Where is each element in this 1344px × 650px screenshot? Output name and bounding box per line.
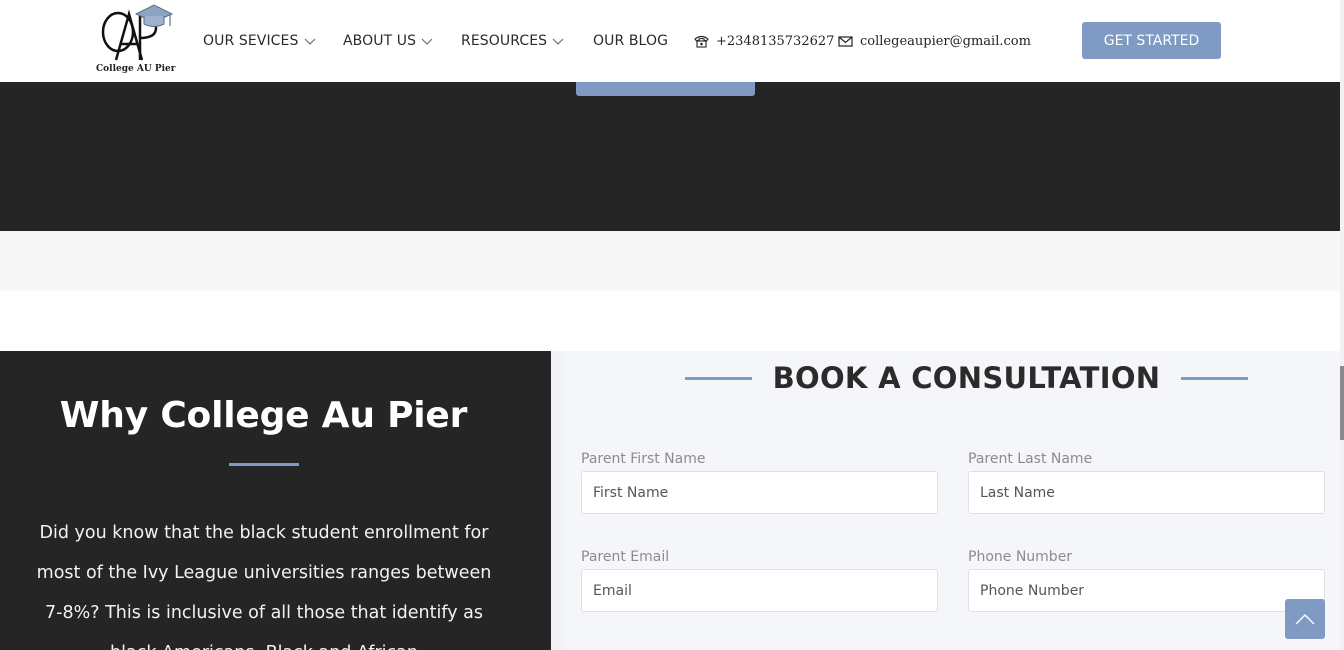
last-name-group: Parent Last Name [968,451,1325,514]
phone-input[interactable] [968,569,1325,612]
title-underline [229,463,299,466]
divider-band [0,231,1340,291]
back-to-top-button[interactable] [1285,599,1325,639]
logo-text: College AU Pier [96,64,176,74]
email-label: Parent Email [581,549,670,565]
last-name-input[interactable] [968,471,1325,514]
email-group: Parent Email [581,549,938,612]
heading-line-left [685,376,752,380]
nav-label: OUR SEVICES [203,33,299,49]
email-link[interactable]: collegeaupier@gmail.com [838,34,1031,49]
scrollbar-track[interactable] [1340,0,1344,650]
nav-label: RESOURCES [461,33,548,49]
why-section: Why College Au Pier Did you know that th… [0,351,551,650]
email-input[interactable] [581,569,938,612]
chevron-up-icon [1295,614,1315,625]
nav-label: OUR BLOG [593,33,669,49]
logo-mark-icon [101,4,174,61]
phone-number: +2348135732627 [716,33,835,49]
nav-item-about-us[interactable]: ABOUT US [343,33,433,49]
phone-label: Phone Number [968,549,1073,565]
hero-button[interactable] [576,82,755,96]
consultation-form: BOOK A CONSULTATION Parent First Name Pa… [551,351,1340,650]
hero-section [0,82,1340,231]
why-title: Why College Au Pier [59,395,468,436]
why-body: Did you know that the black student enro… [36,523,492,650]
chevron-down-icon [552,38,564,45]
site-header: College AU Pier OUR SEVICES ABOUT US RES… [0,0,1340,82]
phone-group: Phone Number [968,549,1325,612]
nav-item-our-services[interactable]: OUR SEVICES [203,33,316,49]
heading-line-right [1181,376,1248,380]
form-heading: BOOK A CONSULTATION [685,361,1248,395]
first-name-group: Parent First Name [581,451,938,514]
phone-icon [694,35,709,48]
chevron-down-icon [304,38,315,45]
logo[interactable]: College AU Pier [96,4,176,78]
scrollbar-thumb[interactable] [1340,366,1344,440]
first-name-label: Parent First Name [581,451,706,467]
form-title: BOOK A CONSULTATION [772,361,1161,395]
email-address: collegeaupier@gmail.com [860,33,1031,49]
nav-item-our-blog[interactable]: OUR BLOG [593,33,668,49]
phone-link[interactable]: +2348135732627 [694,34,834,49]
nav-item-resources[interactable]: RESOURCES [461,33,564,49]
last-name-label: Parent Last Name [968,451,1093,467]
get-started-button[interactable]: GET STARTED [1082,22,1221,59]
first-name-input[interactable] [581,471,938,514]
chevron-down-icon [421,38,433,45]
envelope-icon [838,35,853,47]
nav-label: ABOUT US [343,33,417,49]
